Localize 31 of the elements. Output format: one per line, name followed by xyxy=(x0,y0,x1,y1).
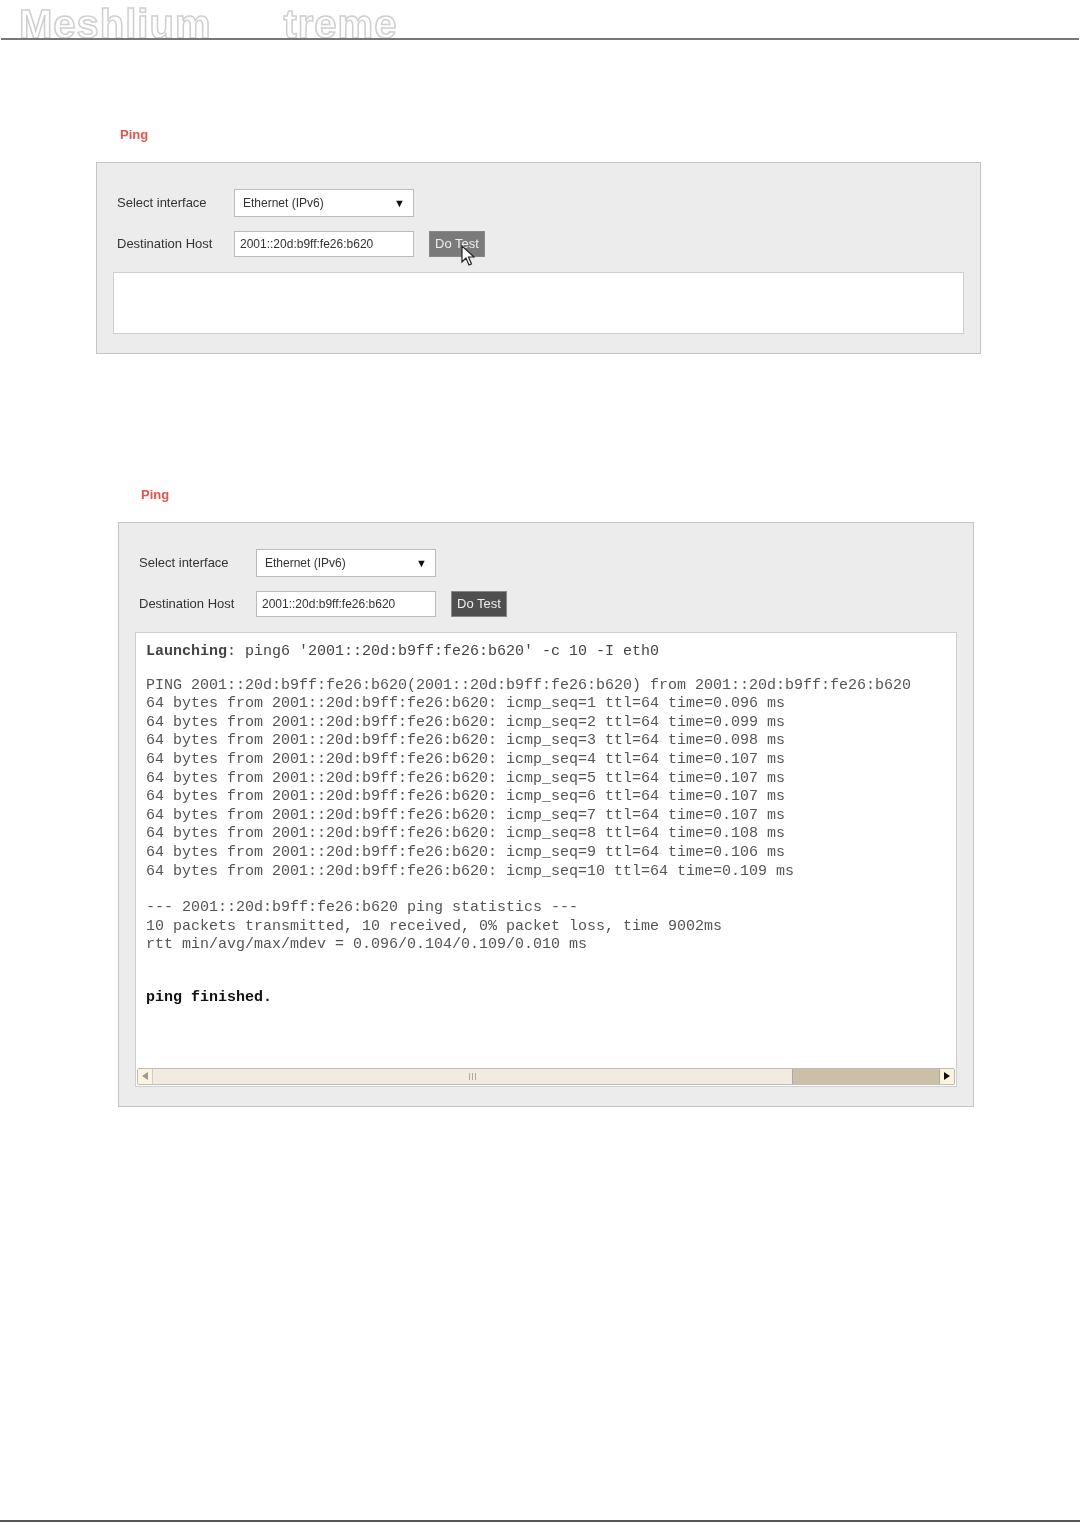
output-line: rtt min/avg/max/mdev = 0.096/0.104/0.109/0.010 ms xyxy=(146,936,588,955)
host-input[interactable]: 2001::20d:b9ff:fe26:b620 xyxy=(234,231,414,257)
output-line: 64 bytes from 2001::20d:b9ff:fe26:b620: icmp_seq=7 ttl=64 time=0.107 ms xyxy=(146,806,786,826)
output-line: ping finished. xyxy=(146,988,273,1008)
horizontal-scrollbar[interactable] xyxy=(137,1067,955,1085)
output-line: 64 bytes from 2001::20d:b9ff:fe26:b620: icmp_seq=4 ttl=64 time=0.107 ms xyxy=(146,750,786,770)
output-line: --- 2001::20d:b9ff:fe26:b620 ping statistics --- xyxy=(146,899,579,918)
output-line: 64 bytes from 2001::20d:b9ff:fe26:b620: icmp_seq=3 ttl=64 time=0.098 ms xyxy=(146,732,786,751)
host-input[interactable]: 2001::20d:b9ff:fe26:b620 xyxy=(256,591,436,617)
interface-dropdown[interactable]: Ethernet (IPv6) ▼ xyxy=(256,549,436,577)
section-title: Ping xyxy=(120,127,149,142)
field-label: Select interface xyxy=(139,554,230,573)
output-line: 64 bytes from 2001::20d:b9ff:fe26:b620: icmp_seq=10 ttl=64 time=0.109 ms xyxy=(146,862,795,882)
output-line: Launching: ping6 '2001::20d:b9ff:fe26:b620' -c 10 -I eth0 xyxy=(146,643,660,662)
interface-dropdown[interactable]: Ethernet (IPv6) ▼ xyxy=(234,189,414,217)
output-line: 10 packets transmitted, 10 received, 0% packet loss, time 9002ms xyxy=(146,917,723,937)
field-label: Destination Host xyxy=(117,235,214,254)
scroll-right-icon[interactable] xyxy=(939,1068,954,1084)
do-test-button[interactable]: Do Test xyxy=(451,591,507,617)
output-line: 64 bytes from 2001::20d:b9ff:fe26:b620: icmp_seq=1 ttl=64 time=0.096 ms xyxy=(146,695,786,714)
output-line: PING 2001::20d:b9ff:fe26:b620(2001::20d:b9ff:fe26:b620) from 2001::20d:b9ff:fe26:b620 xyxy=(146,676,912,696)
field-label: Select interface xyxy=(117,194,208,213)
output-line: 64 bytes from 2001::20d:b9ff:fe26:b620: icmp_seq=8 ttl=64 time=0.108 ms xyxy=(146,825,786,844)
output-line: 64 bytes from 2001::20d:b9ff:fe26:b620: icmp_seq=9 ttl=64 time=0.106 ms xyxy=(146,843,786,863)
field-label: Destination Host xyxy=(139,595,236,614)
output-line: 64 bytes from 2001::20d:b9ff:fe26:b620: icmp_seq=2 ttl=64 time=0.099 ms xyxy=(146,713,786,733)
scroll-left-icon[interactable] xyxy=(138,1068,153,1084)
output-line: 64 bytes from 2001::20d:b9ff:fe26:b620: icmp_seq=6 ttl=64 time=0.107 ms xyxy=(146,788,786,807)
scrollbar-thumb[interactable] xyxy=(153,1068,793,1084)
section-title: Ping xyxy=(141,487,170,502)
output-line: 64 bytes from 2001::20d:b9ff:fe26:b620: icmp_seq=5 ttl=64 time=0.107 ms xyxy=(146,769,786,789)
